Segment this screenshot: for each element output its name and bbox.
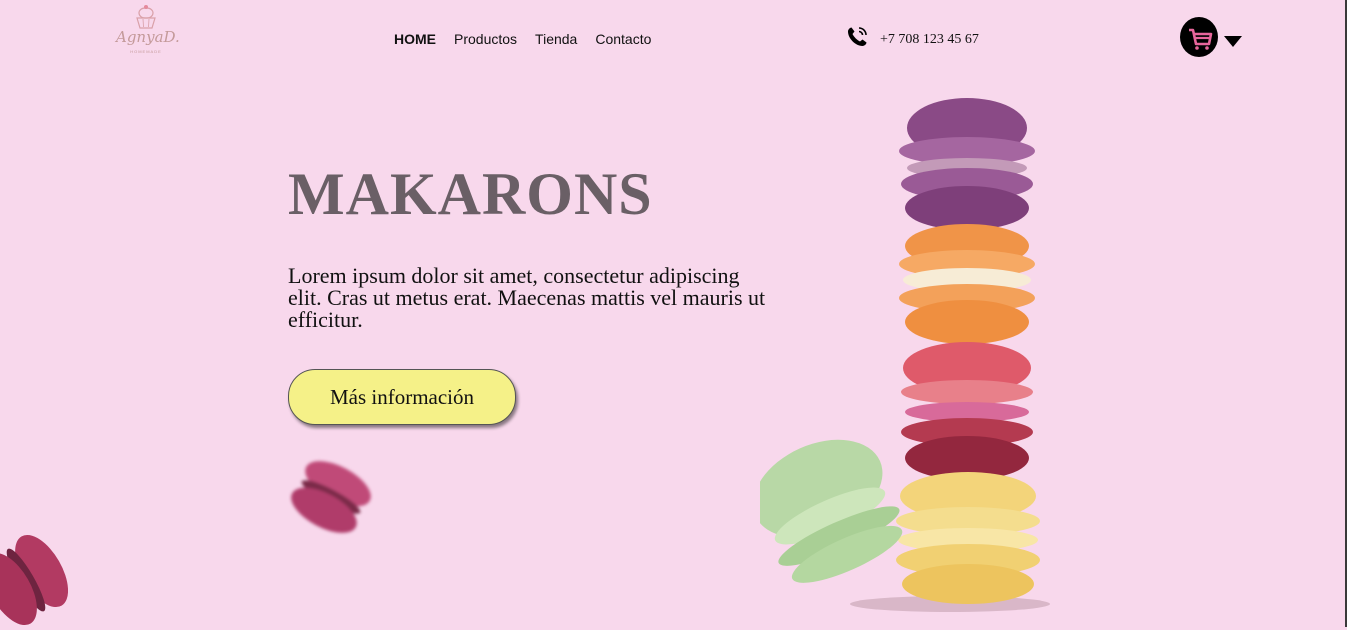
corner-macaron-image <box>0 534 68 626</box>
nav-tienda[interactable]: Tienda <box>535 31 577 47</box>
more-info-button[interactable]: Más información <box>288 369 516 425</box>
cart-icon <box>1189 28 1213 50</box>
brand-logo[interactable]: AgnyaD. HOMEMADE <box>116 4 180 58</box>
cart-button[interactable] <box>1180 17 1218 57</box>
main-nav: HOME Productos Tienda Contacto <box>394 31 651 47</box>
nav-home[interactable]: HOME <box>394 31 436 47</box>
falling-macaron-image <box>291 461 371 533</box>
macaron-stack-image <box>760 98 1050 612</box>
hero-title: MAKARONS <box>288 161 653 227</box>
nav-contacto[interactable]: Contacto <box>595 31 651 47</box>
nav-productos[interactable]: Productos <box>454 31 517 47</box>
phone-icon <box>848 27 867 46</box>
caret-down-icon[interactable] <box>1224 36 1242 47</box>
hero-description: Lorem ipsum dolor sit amet, consectetur … <box>288 263 766 332</box>
logo-text: AgnyaD. <box>116 28 180 46</box>
phone-number[interactable]: +7 708 123 45 67 <box>880 32 979 48</box>
logo-subtitle: HOMEMADE <box>130 49 162 54</box>
